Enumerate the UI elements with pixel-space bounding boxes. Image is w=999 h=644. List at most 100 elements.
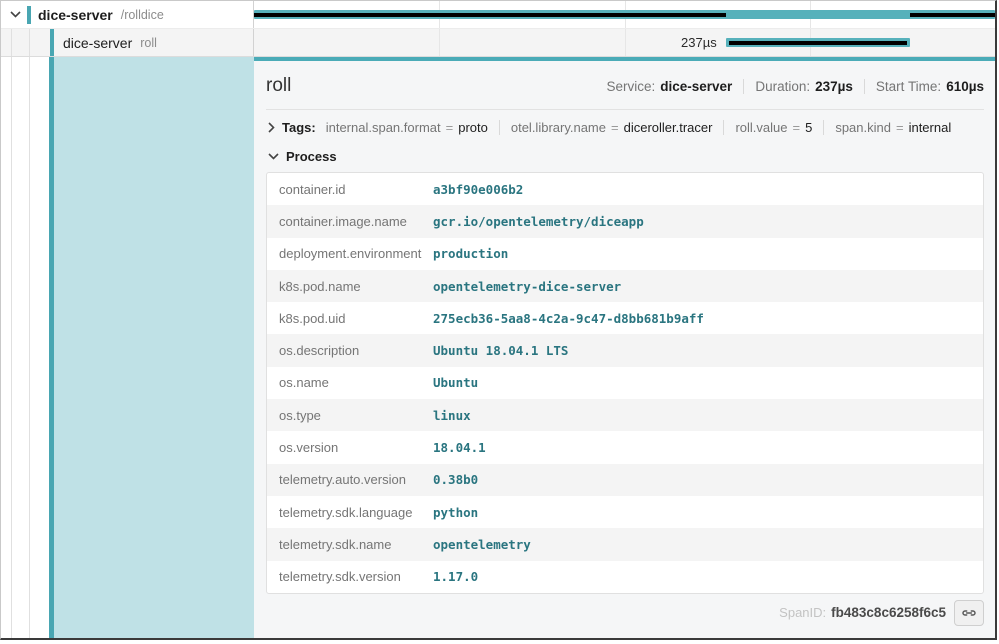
- span-row-rolldice[interactable]: dice-server /rolldice: [1, 1, 995, 29]
- critical-path-segment: [729, 41, 908, 45]
- process-key: telemetry.sdk.language: [267, 505, 433, 520]
- meta-value: 237µs: [815, 79, 853, 94]
- meta-label: Service:: [606, 79, 655, 94]
- table-row: os.descriptionUbuntu 18.04.1 LTS: [267, 334, 983, 366]
- span-color-bar: [27, 6, 31, 24]
- table-row: container.image.namegcr.io/opentelemetry…: [267, 205, 983, 237]
- table-row: telemetry.sdk.version1.17.0: [267, 561, 983, 593]
- span-name-cell-rolldice[interactable]: dice-server /rolldice: [1, 1, 254, 28]
- spanid-value: fb483c8c6258f6c5: [831, 605, 946, 620]
- meta-value: 610µs: [946, 79, 984, 94]
- meta-value: dice-server: [660, 79, 732, 94]
- critical-path-segment: [254, 13, 726, 17]
- tag-equals: =: [896, 120, 904, 135]
- table-row: telemetry.sdk.nameopentelemetry: [267, 528, 983, 560]
- table-row: k8s.pod.uid275ecb36-5aa8-4c2a-9c47-d8bb6…: [267, 302, 983, 334]
- process-key: deployment.environment: [267, 246, 433, 261]
- process-key: os.version: [267, 440, 433, 455]
- spanid-label: SpanID:: [779, 605, 826, 620]
- span-detail-footer: SpanID: fb483c8c6258f6c5: [266, 594, 984, 632]
- process-kv-table: container.ida3bf90e006b2 container.image…: [266, 172, 984, 594]
- tag-equals: =: [793, 120, 801, 135]
- timeline-cell-roll[interactable]: 237µs: [254, 29, 995, 56]
- table-row: deployment.environmentproduction: [267, 238, 983, 270]
- chevron-right-icon: [268, 122, 275, 133]
- tags-toggle[interactable]: Tags:: [268, 120, 316, 135]
- service-name: dice-server: [38, 7, 113, 23]
- process-value: a3bf90e006b2: [433, 182, 523, 197]
- span-detail-title: roll: [266, 75, 291, 97]
- process-key: telemetry.auto.version: [267, 472, 433, 487]
- tags-row: Tags: internal.span.format=proto otel.li…: [266, 110, 984, 137]
- process-key: telemetry.sdk.name: [267, 537, 433, 552]
- tag-value: diceroller.tracer: [624, 120, 713, 135]
- process-value: 18.04.1: [433, 440, 486, 455]
- span-name-cell-roll[interactable]: dice-server roll: [1, 29, 254, 56]
- trace-view-window: dice-server /rolldice dice-server: [0, 0, 997, 640]
- process-key: k8s.pod.uid: [267, 311, 433, 326]
- process-key: os.description: [267, 343, 433, 358]
- tag-value: internal: [909, 120, 952, 135]
- tag-divider: [499, 120, 500, 135]
- table-row: k8s.pod.nameopentelemetry-dice-server: [267, 270, 983, 302]
- tag-divider: [823, 120, 824, 135]
- process-value: 1.17.0: [433, 569, 478, 584]
- process-value: 0.38b0: [433, 472, 478, 487]
- span-bar-rolldice[interactable]: [254, 10, 995, 19]
- process-value: opentelemetry-dice-server: [433, 279, 621, 294]
- detail-band: [54, 57, 254, 638]
- chevron-down-icon: [268, 153, 279, 160]
- operation-name: /rolldice: [121, 8, 164, 22]
- tag-value: 5: [805, 120, 812, 135]
- span-row-roll-selected[interactable]: dice-server roll 237µs: [1, 29, 995, 57]
- tag-divider: [723, 120, 724, 135]
- process-value: opentelemetry: [433, 537, 531, 552]
- process-value: Ubuntu: [433, 375, 478, 390]
- critical-path-segment: [910, 13, 995, 17]
- process-value: python: [433, 505, 478, 520]
- chevron-down-icon: [10, 11, 21, 18]
- process-value: Ubuntu 18.04.1 LTS: [433, 343, 568, 358]
- table-row: os.typelinux: [267, 399, 983, 431]
- table-row: os.nameUbuntu: [267, 367, 983, 399]
- span-detail-header: roll Service: dice-server Duration: 237µ…: [266, 75, 984, 110]
- process-toggle[interactable]: Process: [268, 149, 337, 164]
- process-key: os.name: [267, 375, 433, 390]
- span-detail-panel: roll Service: dice-server Duration: 237µ…: [254, 57, 995, 638]
- meta-divider: [743, 79, 744, 94]
- timeline-cell-rolldice[interactable]: [254, 1, 995, 28]
- process-value: production: [433, 246, 508, 261]
- process-section-header: Process: [266, 137, 984, 164]
- table-row: telemetry.auto.version0.38b0: [267, 464, 983, 496]
- tag-key: internal.span.format: [326, 120, 441, 135]
- operation-name: roll: [140, 36, 157, 50]
- collapse-children-button[interactable]: [8, 8, 22, 22]
- span-color-bar: [50, 29, 54, 56]
- tag-value: proto: [458, 120, 488, 135]
- process-key: os.type: [267, 408, 433, 423]
- deep-link-button[interactable]: [954, 600, 984, 626]
- process-label: Process: [286, 149, 337, 164]
- trace-detail-screen: dice-server /rolldice dice-server: [0, 0, 999, 644]
- meta-label: Duration:: [755, 79, 810, 94]
- process-value: 275ecb36-5aa8-4c2a-9c47-d8bb681b9aff: [433, 311, 704, 326]
- tag-equals: =: [611, 120, 619, 135]
- table-row: telemetry.sdk.languagepython: [267, 496, 983, 528]
- tag-summary: internal.span.format=proto otel.library.…: [326, 120, 952, 135]
- tag-key: span.kind: [835, 120, 891, 135]
- tag-key: roll.value: [735, 120, 787, 135]
- indent-guide: [11, 29, 12, 56]
- span-detail-meta: Service: dice-server Duration: 237µs Sta…: [606, 79, 984, 94]
- process-key: container.id: [267, 182, 433, 197]
- tree-gutter: [1, 57, 49, 638]
- meta-divider: [864, 79, 865, 94]
- process-key: container.image.name: [267, 214, 433, 229]
- span-bar-roll[interactable]: [726, 38, 911, 47]
- meta-label: Start Time:: [876, 79, 941, 94]
- process-value: gcr.io/opentelemetry/diceapp: [433, 214, 644, 229]
- span-duration-label: 237µs: [254, 29, 717, 56]
- indent-guide: [11, 57, 12, 638]
- process-value: linux: [433, 408, 471, 423]
- table-row: container.ida3bf90e006b2: [267, 173, 983, 205]
- indent-guide: [29, 29, 30, 56]
